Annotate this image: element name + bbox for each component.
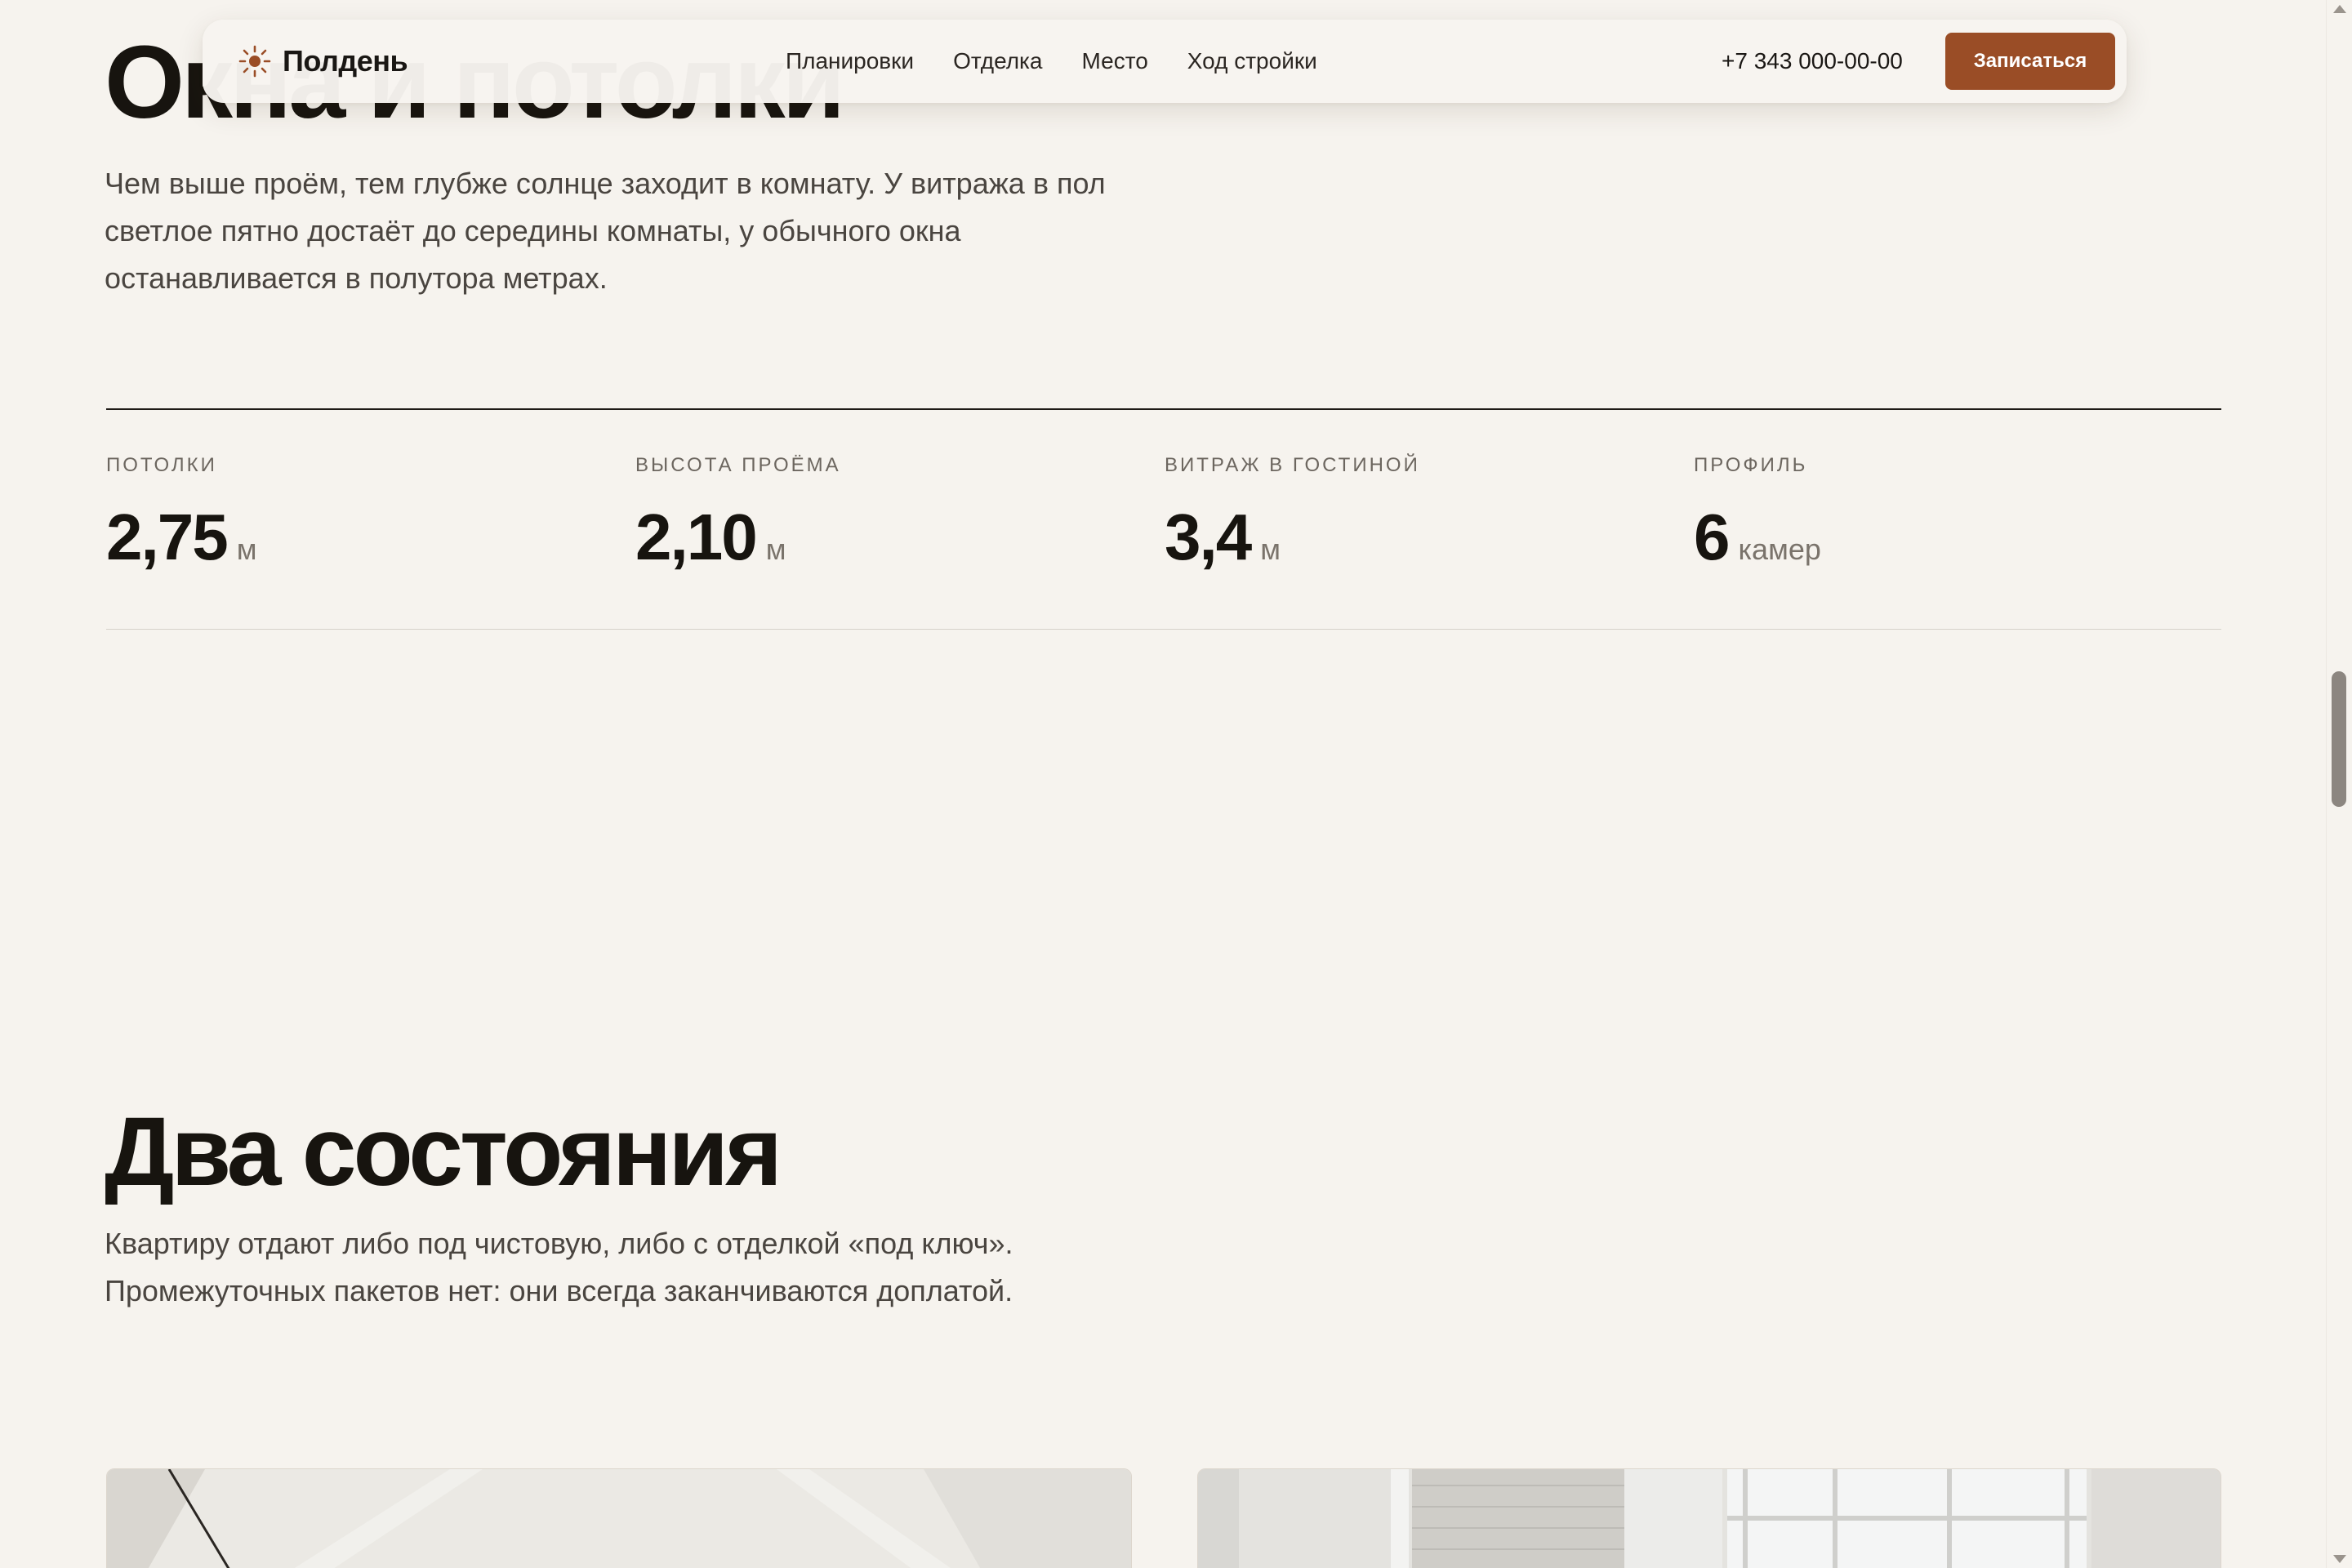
stat-label: ПРОФИЛЬ (1694, 454, 1808, 476)
stat-value-row: 2,75 м (106, 505, 256, 570)
nav-link-construction-progress[interactable]: Ход стройки (1187, 48, 1317, 74)
stat-number: 6 (1694, 501, 1730, 573)
sun-icon (238, 45, 271, 78)
stat-unit: камер (1738, 532, 1821, 566)
photo-turnkey-finish (1197, 1468, 2221, 1568)
interior-photo-right (1198, 1469, 2221, 1568)
scrollbar[interactable] (2326, 0, 2352, 1568)
stat-unit: м (765, 532, 786, 566)
page: Окна и потолки Чем выше проём, тем глубж… (0, 0, 2326, 1568)
brand-logo-link[interactable]: Полдень (238, 20, 408, 103)
nav-link-finishing[interactable]: Отделка (953, 48, 1042, 74)
stat-label: ПОТОЛКИ (106, 454, 217, 476)
signup-button[interactable]: Записаться (1945, 33, 2115, 90)
stat-number: 3,4 (1165, 501, 1252, 573)
stat-number: 2,10 (635, 501, 758, 573)
divider-bottom (106, 629, 2221, 630)
nav-link-location[interactable]: Место (1082, 48, 1148, 74)
main-nav: Планировки Отделка Место Ход стройки (786, 20, 1317, 103)
nav-link-layouts[interactable]: Планировки (786, 48, 914, 74)
phone-link[interactable]: +7 343 000-00-00 (1722, 20, 1903, 103)
section-description-states: Квартиру отдают либо под чистовую, либо … (105, 1227, 1013, 1307)
stat-living-room-window: ВИТРАЖ В ГОСТИНОЙ 3,4 м (1165, 454, 1420, 570)
stat-number: 2,75 (106, 501, 229, 573)
stat-value-row: 3,4 м (1165, 505, 1420, 570)
interior-photo-left (107, 1469, 1131, 1568)
scroll-down-arrow-icon[interactable] (2333, 1555, 2346, 1563)
scrollbar-thumb[interactable] (2332, 671, 2346, 807)
stat-opening-height: ВЫСОТА ПРОЁМА 2,10 м (635, 454, 841, 570)
scroll-up-arrow-icon[interactable] (2333, 5, 2346, 13)
photo-rough-finish (106, 1468, 1132, 1568)
brand-name: Полдень (283, 44, 408, 78)
stat-label: ВИТРАЖ В ГОСТИНОЙ (1165, 454, 1420, 476)
stat-value-row: 2,10 м (635, 505, 841, 570)
section-title-states: Два состояния (105, 1097, 782, 1206)
site-header: Полдень Планировки Отделка Место Ход стр… (203, 20, 2127, 103)
stat-profile: ПРОФИЛЬ 6 камер (1694, 454, 1821, 570)
stat-unit: м (236, 532, 257, 566)
divider-top (106, 408, 2221, 410)
section-description-windows: Чем выше проём, тем глубже солнце заходи… (105, 167, 1106, 295)
stat-value-row: 6 камер (1694, 505, 1821, 570)
stat-ceilings: ПОТОЛКИ 2,75 м (106, 454, 256, 570)
stat-label: ВЫСОТА ПРОЁМА (635, 454, 841, 476)
stat-unit: м (1260, 532, 1281, 566)
